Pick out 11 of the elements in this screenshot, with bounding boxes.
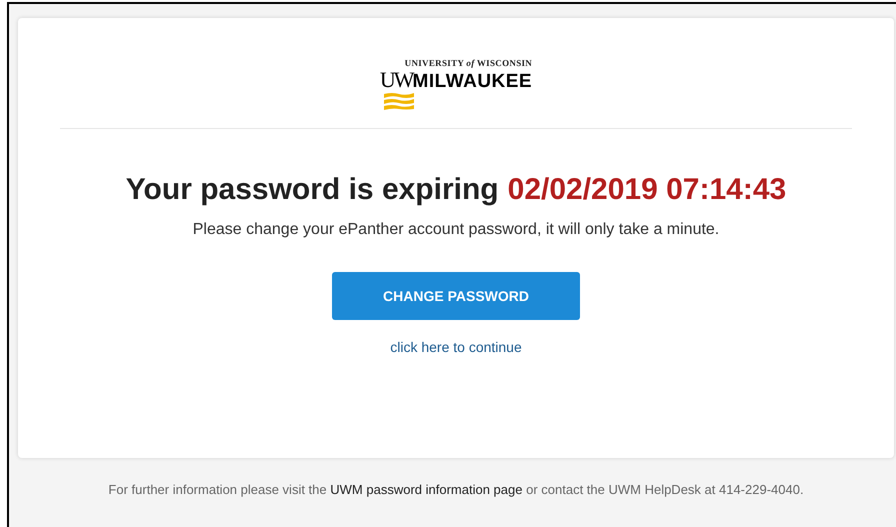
logo-tagline: UNIVERSITY of WISCONSIN	[404, 58, 532, 68]
footer-text: For further information please visit the UWM password information page or contact the UWM HelpDesk at 414-229-4040.	[107, 482, 805, 497]
password-info-link[interactable]: UWM password information page	[330, 482, 522, 497]
continue-link[interactable]: click here to continue	[390, 339, 522, 355]
instruction-text: Please change your ePanther account password, it will only take a minute.	[192, 221, 720, 239]
change-password-button[interactable]: CHANGE PASSWORD	[332, 272, 580, 320]
logo-wordmark: MILWAUKEE	[412, 71, 532, 93]
expiry-date: 02/02/2019 07:14:43	[508, 173, 786, 207]
wave-flag-icon	[384, 92, 414, 110]
page-heading: Your password is expiring	[126, 173, 499, 207]
logo-initials: UW	[380, 67, 413, 93]
